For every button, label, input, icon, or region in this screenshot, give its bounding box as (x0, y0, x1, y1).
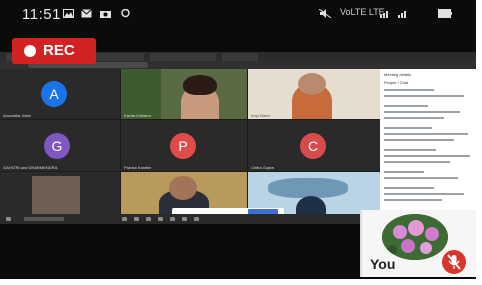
participant-hair (183, 75, 217, 95)
chat-line (384, 127, 432, 129)
participant-video-tile[interactable]: Kavita Kulkarni (121, 69, 247, 119)
taskbar-app-icon[interactable] (146, 217, 151, 221)
chat-line (384, 111, 460, 113)
mic-off-icon (447, 254, 461, 270)
screen-edge (476, 0, 482, 285)
location-icon (121, 9, 130, 18)
participant-avatar: G (44, 133, 70, 159)
participant-video-tile[interactable]: Anju Batra (248, 69, 380, 119)
self-label: You (370, 256, 396, 272)
participant-tile[interactable]: A Anuradha Joshi (0, 69, 120, 119)
participant-name: GAYATRI and DHARMENDRA (3, 165, 58, 170)
signal-text: VoLTE LTE (340, 7, 385, 17)
taskbar-search[interactable] (24, 217, 64, 221)
record-icon (24, 45, 36, 57)
chat-line (384, 161, 450, 163)
participant-grid: A Anuradha Joshi Kavita Kulkarni Anju Ba… (0, 69, 380, 222)
participant-name: Chitra Gupta (251, 165, 274, 170)
taskbar-app-icon[interactable] (182, 217, 187, 221)
participant-face (298, 73, 326, 95)
chat-line (384, 95, 464, 97)
browser-tab[interactable] (222, 53, 258, 61)
participant-name: Pranita Kamble (124, 165, 152, 170)
signal-bars-icon (380, 11, 406, 18)
chat-panel-tab[interactable]: People / Chat (384, 80, 408, 85)
participant-name: Anuradha Joshi (3, 113, 31, 118)
taskbar-app-icon[interactable] (194, 217, 199, 221)
participant-avatar: P (170, 133, 196, 159)
self-avatar (382, 214, 448, 260)
chat-line (384, 89, 434, 91)
mic-off-button[interactable] (442, 250, 466, 274)
phone-screen: 11:51 VoLTE LTE A Anuradha Joshi Kavita … (0, 0, 482, 285)
participant-video (32, 176, 80, 216)
gallery-icon (63, 9, 74, 18)
chat-line (384, 133, 468, 135)
participant-tile[interactable]: G GAYATRI and DHARMENDRA (0, 120, 120, 171)
participant-face (169, 176, 197, 200)
taskbar-app-icon[interactable] (158, 217, 163, 221)
chat-panel-title: Meeting details (384, 72, 411, 77)
chat-line (384, 171, 424, 173)
screen-edge (0, 279, 482, 285)
browser-window: A Anuradha Joshi Kavita Kulkarni Anju Ba… (0, 52, 476, 222)
chat-panel[interactable]: Meeting details People / Chat (380, 69, 476, 222)
chat-line (384, 139, 454, 141)
chat-line (384, 199, 442, 201)
chat-line (384, 149, 436, 151)
recording-badge[interactable]: REC (12, 38, 96, 64)
taskbar-app-icon[interactable] (134, 217, 139, 221)
participant-tile[interactable]: P Pranita Kamble (121, 120, 247, 171)
participant-avatar: C (300, 133, 326, 159)
taskbar-app-icon[interactable] (122, 217, 127, 221)
taskbar (0, 214, 360, 224)
taskbar-app-icon[interactable] (170, 217, 175, 221)
chat-line (384, 177, 458, 179)
participant-name: Anju Batra (251, 113, 270, 118)
status-bar: 11:51 VoLTE LTE (0, 0, 476, 30)
plant-background (121, 69, 161, 119)
participant-avatar: A (41, 81, 67, 107)
chat-line (384, 193, 464, 195)
start-icon[interactable] (6, 217, 11, 221)
recording-label: REC (43, 42, 75, 59)
browser-tab[interactable] (150, 53, 216, 61)
battery-icon (438, 9, 452, 18)
flower-image (382, 214, 448, 260)
message-icon (81, 9, 92, 18)
chat-line (384, 117, 444, 119)
chat-line (384, 187, 434, 189)
status-time: 11:51 (22, 6, 61, 23)
chat-line (384, 105, 428, 107)
mute-status-icon (318, 9, 332, 18)
participant-tile[interactable]: C Chitra Gupta (248, 120, 380, 171)
chat-line (384, 155, 470, 157)
wall-decoration (268, 178, 348, 198)
participant-name: Kavita Kulkarni (124, 113, 151, 118)
camera-icon (100, 11, 111, 18)
self-view[interactable]: You (360, 210, 478, 277)
